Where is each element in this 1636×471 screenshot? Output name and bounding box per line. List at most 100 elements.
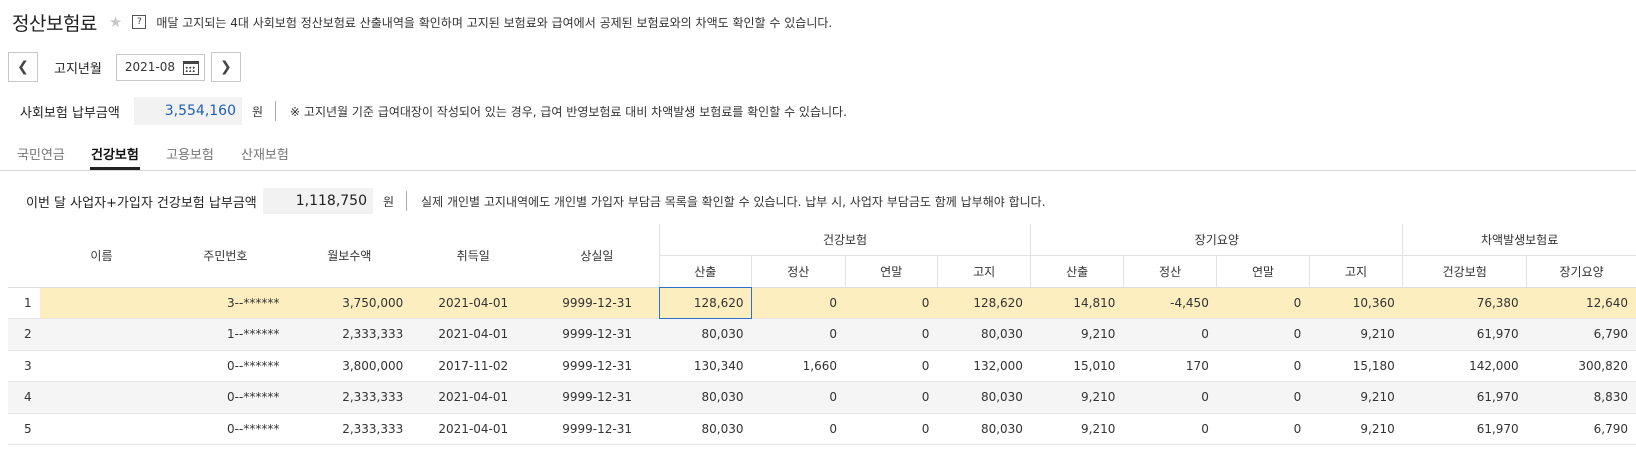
cell-name[interactable] xyxy=(39,287,164,319)
cell-d-long[interactable]: 6,790 xyxy=(1526,318,1636,351)
cell-h-year[interactable]: 0 xyxy=(845,318,938,351)
cell-lost[interactable]: 9999-12-31 xyxy=(535,350,660,382)
col-header-longterm-calc[interactable]: 산출 xyxy=(1030,255,1124,288)
cell-acquired[interactable]: 2021-04-01 xyxy=(411,381,536,414)
cell-no[interactable]: 2 xyxy=(8,318,40,351)
cell-l-calc[interactable]: 15,010 xyxy=(1030,350,1124,382)
tab-national-pension[interactable]: 국민연금 xyxy=(17,144,65,163)
cell-no[interactable]: 1 xyxy=(8,287,40,319)
col-header-acquired[interactable]: 취득일 xyxy=(411,224,536,288)
cell-h-calc[interactable]: 80,030 xyxy=(659,413,752,445)
cell-ssn[interactable]: 0--****** xyxy=(163,413,288,445)
col-header-health-notice[interactable]: 고지 xyxy=(936,255,1031,288)
cell-ssn[interactable]: 3--****** xyxy=(163,287,288,319)
prev-month-button[interactable]: ❮ xyxy=(8,52,38,82)
cell-h-notice[interactable]: 132,000 xyxy=(937,350,1031,382)
cell-h-notice[interactable]: 80,030 xyxy=(937,413,1031,445)
cell-l-year[interactable]: 0 xyxy=(1216,318,1310,351)
cell-name[interactable] xyxy=(39,413,164,445)
col-header-longterm-yearend[interactable]: 연말 xyxy=(1216,255,1310,288)
cell-ssn[interactable]: 0--****** xyxy=(163,381,288,414)
cell-ssn[interactable]: 0--****** xyxy=(163,350,288,382)
cell-l-year[interactable]: 0 xyxy=(1216,287,1310,319)
cell-h-settle[interactable]: 0 xyxy=(751,287,845,319)
table-row[interactable]: 5 0--****** 2,333,333 2021-04-01 9999-12-31 8… xyxy=(8,413,1636,445)
cell-salary[interactable]: 2,333,333 xyxy=(287,413,412,445)
cell-l-notice[interactable]: 15,180 xyxy=(1309,350,1403,382)
cell-lost[interactable]: 9999-12-31 xyxy=(535,413,660,445)
cell-salary[interactable]: 2,333,333 xyxy=(287,318,412,351)
cell-l-year[interactable]: 0 xyxy=(1216,381,1310,414)
cell-l-notice[interactable]: 9,210 xyxy=(1309,318,1403,351)
cell-h-notice[interactable]: 80,030 xyxy=(937,381,1031,414)
cell-lost[interactable]: 9999-12-31 xyxy=(535,381,660,414)
cell-l-notice[interactable]: 10,360 xyxy=(1309,287,1403,319)
cell-l-year[interactable]: 0 xyxy=(1216,350,1310,382)
cell-no[interactable]: 4 xyxy=(8,381,40,414)
cell-h-notice[interactable]: 80,030 xyxy=(937,318,1031,351)
cell-h-settle[interactable]: 1,660 xyxy=(751,350,845,382)
table-row[interactable]: 2 1--****** 2,333,333 2021-04-01 9999-12-31 8… xyxy=(8,318,1636,351)
cell-l-notice[interactable]: 9,210 xyxy=(1309,413,1403,445)
cell-h-settle[interactable]: 0 xyxy=(751,381,845,414)
cell-h-year[interactable]: 0 xyxy=(845,381,938,414)
cell-h-settle[interactable]: 0 xyxy=(751,413,845,445)
cell-l-settle[interactable]: 0 xyxy=(1123,381,1217,414)
cell-d-long[interactable]: 12,640 xyxy=(1526,287,1636,319)
cell-d-long[interactable]: 300,820 xyxy=(1526,350,1636,382)
col-header-diff-health[interactable]: 건강보험 xyxy=(1402,255,1527,288)
col-header-health-yearend[interactable]: 연말 xyxy=(844,255,938,288)
cell-l-calc[interactable]: 9,210 xyxy=(1030,381,1124,414)
help-icon[interactable]: ? xyxy=(132,15,147,29)
cell-d-health[interactable]: 61,970 xyxy=(1402,318,1527,351)
tab-health-insurance[interactable]: 건강보험 xyxy=(91,144,139,163)
cell-no[interactable]: 5 xyxy=(8,413,40,445)
cell-l-settle[interactable]: 0 xyxy=(1123,318,1217,351)
cell-l-calc[interactable]: 14,810 xyxy=(1030,287,1124,319)
cell-salary[interactable]: 2,333,333 xyxy=(287,381,412,414)
cell-d-health[interactable]: 61,970 xyxy=(1402,381,1527,414)
table-row[interactable]: 1 3--****** 3,750,000 2021-04-01 9999-12-31 1… xyxy=(8,287,1636,319)
cell-h-calc[interactable]: 130,340 xyxy=(659,350,752,382)
cell-l-settle[interactable]: -4,450 xyxy=(1123,287,1217,319)
col-header-health-settle[interactable]: 정산 xyxy=(751,255,845,288)
cell-l-year[interactable]: 0 xyxy=(1216,413,1310,445)
col-header-lost[interactable]: 상실일 xyxy=(535,224,660,288)
col-header-longterm-settle[interactable]: 정산 xyxy=(1122,255,1217,288)
cell-acquired[interactable]: 2021-04-01 xyxy=(411,287,536,319)
next-month-button[interactable]: ❯ xyxy=(210,52,241,82)
cell-d-health[interactable]: 61,970 xyxy=(1402,413,1527,445)
cell-acquired[interactable]: 2021-04-01 xyxy=(411,318,536,351)
col-header-health-calc[interactable]: 산출 xyxy=(658,255,752,288)
cell-h-settle[interactable]: 0 xyxy=(751,318,845,351)
cell-no[interactable]: 3 xyxy=(8,350,40,382)
col-header-name[interactable]: 이름 xyxy=(39,224,164,288)
date-input[interactable]: 2021-08 xyxy=(115,53,205,81)
cell-name[interactable] xyxy=(39,381,164,414)
cell-h-year[interactable]: 0 xyxy=(845,287,938,319)
table-row[interactable]: 4 0--****** 2,333,333 2021-04-01 9999-12-31 8… xyxy=(8,381,1636,414)
cell-d-long[interactable]: 8,830 xyxy=(1526,381,1636,414)
cell-d-health[interactable]: 142,000 xyxy=(1402,350,1527,382)
cell-acquired[interactable]: 2021-04-01 xyxy=(411,413,536,445)
cell-lost[interactable]: 9999-12-31 xyxy=(535,287,660,319)
cell-salary[interactable]: 3,750,000 xyxy=(287,287,412,319)
tab-employment-insurance[interactable]: 고용보험 xyxy=(166,144,214,163)
col-header-ssn[interactable]: 주민번호 xyxy=(163,224,288,288)
cell-l-settle[interactable]: 170 xyxy=(1123,350,1217,382)
cell-lost[interactable]: 9999-12-31 xyxy=(535,318,660,351)
cell-name[interactable] xyxy=(39,350,164,382)
cell-h-notice[interactable]: 128,620 xyxy=(937,287,1031,319)
cell-d-long[interactable]: 6,790 xyxy=(1526,413,1636,445)
cell-l-settle[interactable]: 0 xyxy=(1123,413,1217,445)
col-header-diff-longterm[interactable]: 장기요양 xyxy=(1526,255,1636,288)
cell-h-year[interactable]: 0 xyxy=(845,350,938,382)
cell-h-calc[interactable]: 80,030 xyxy=(659,318,752,351)
cell-h-calc[interactable]: 128,620 xyxy=(659,287,752,319)
table-row[interactable]: 3 0--****** 3,800,000 2017-11-02 9999-12-31 1… xyxy=(8,350,1636,382)
tab-industrial-insurance[interactable]: 산재보험 xyxy=(241,144,289,163)
cell-l-notice[interactable]: 9,210 xyxy=(1309,381,1403,414)
star-icon[interactable]: ★ xyxy=(109,13,122,31)
col-header-salary[interactable]: 월보수액 xyxy=(287,224,412,288)
cell-salary[interactable]: 3,800,000 xyxy=(287,350,412,382)
